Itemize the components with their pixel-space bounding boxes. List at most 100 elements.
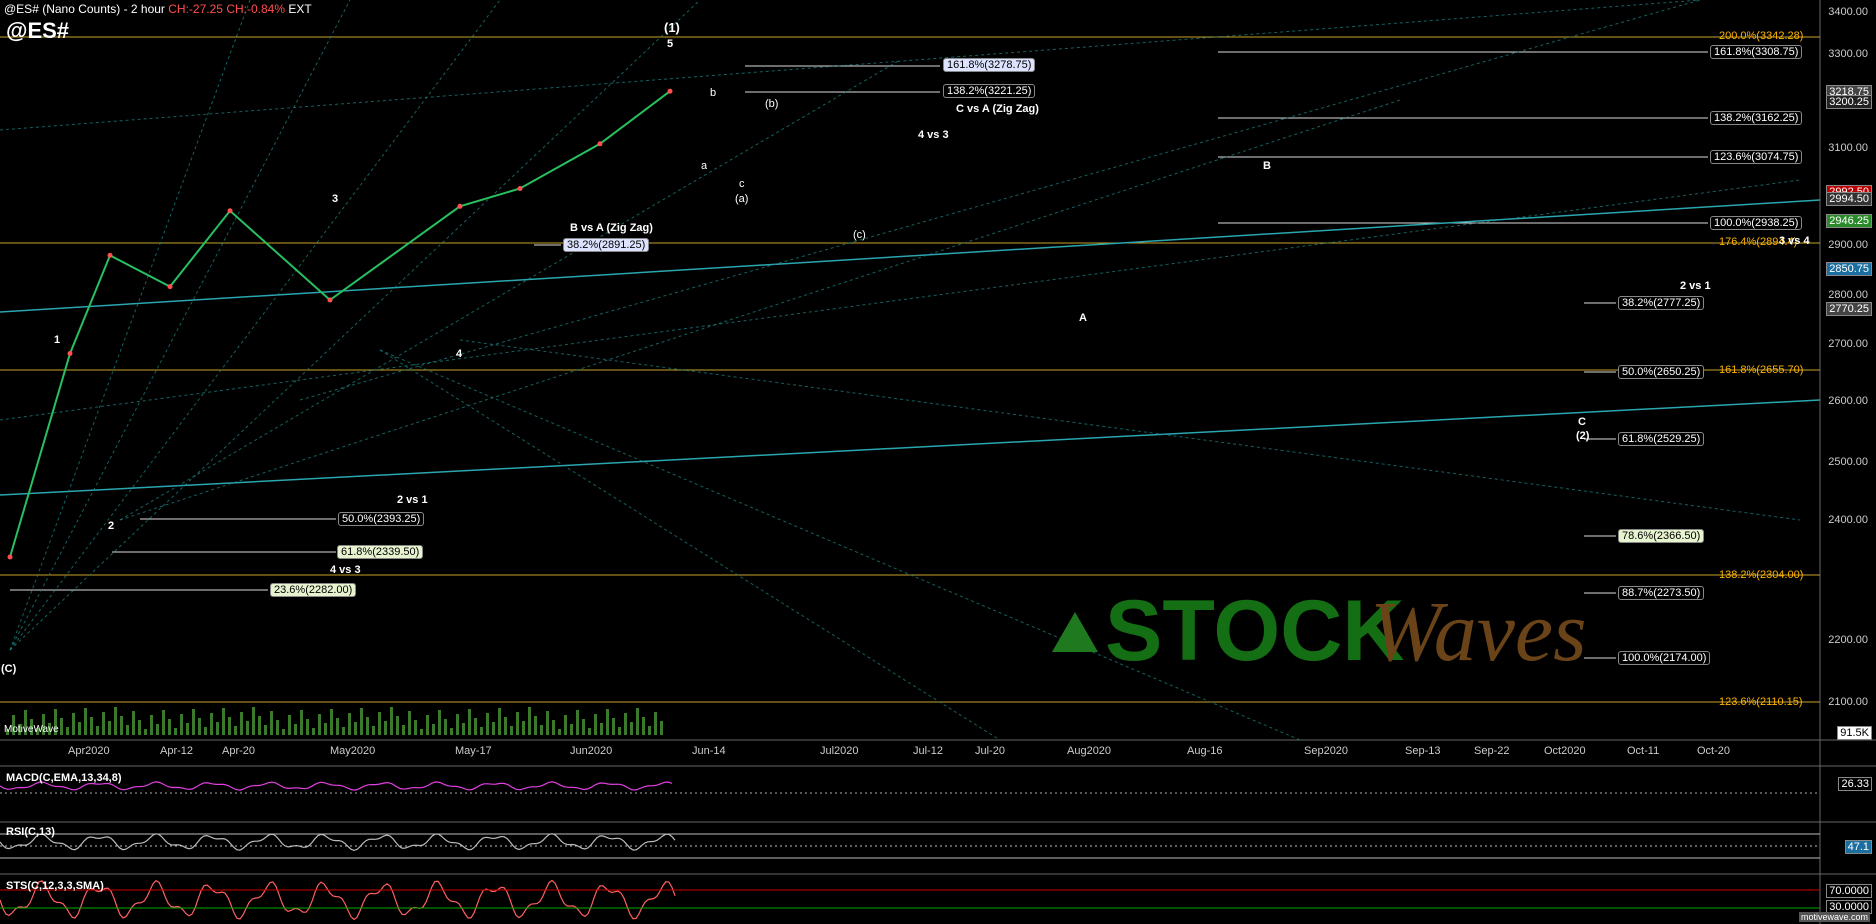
price-point xyxy=(597,141,603,147)
volume-bar xyxy=(318,714,321,735)
change-pct: CH:-0.84% xyxy=(226,2,285,16)
volume-bar xyxy=(330,709,333,735)
volume-bar xyxy=(354,722,357,735)
fan-line xyxy=(379,349,1001,741)
fib-label: 100.0%(2174.00) xyxy=(1618,651,1711,665)
y-tick: 2900.00 xyxy=(1828,239,1868,251)
source-label: MotiveWave xyxy=(4,724,59,735)
volume-bar xyxy=(306,719,309,735)
volume-bar xyxy=(360,708,363,735)
volume-bar xyxy=(648,726,651,735)
fib-label: 61.8%(2529.25) xyxy=(1618,432,1705,446)
price-point xyxy=(167,284,173,290)
volume-bar xyxy=(264,725,267,735)
volume-bar xyxy=(480,727,483,735)
x-tick: Apr-20 xyxy=(222,745,256,757)
x-tick: Oct-11 xyxy=(1627,745,1660,757)
y-tick: 2500.00 xyxy=(1828,456,1868,468)
wave-label: (a) xyxy=(735,193,749,205)
macd-value: 26.33 xyxy=(1838,777,1872,791)
wave-label: (c) xyxy=(853,229,866,241)
sts-value: 70.0000 xyxy=(1826,884,1872,898)
volume-bar xyxy=(372,726,375,735)
volume-bar xyxy=(444,719,447,735)
volume-bar xyxy=(642,717,645,735)
volume-bar xyxy=(594,714,597,735)
y-tick: 3300.00 xyxy=(1828,48,1868,60)
volume-bar xyxy=(600,723,603,735)
volume-bar xyxy=(474,718,477,735)
trend-line xyxy=(0,199,1821,313)
volume-bar xyxy=(282,729,285,735)
volume-bar xyxy=(234,726,237,735)
annotation: 4 vs 3 xyxy=(330,564,361,576)
x-tick: Oct2020 xyxy=(1544,745,1586,757)
annotation: B vs A (Zig Zag) xyxy=(570,222,653,234)
wave-label: 4 xyxy=(456,348,463,360)
volume-bar xyxy=(294,724,297,735)
volume-tag: 91.5K xyxy=(1837,726,1872,740)
wave-label: 3 xyxy=(332,193,339,205)
title-text: @ES# (Nano Counts) - 2 hour xyxy=(4,2,165,16)
price-point xyxy=(107,252,113,258)
fib-label: 123.6%(3074.75) xyxy=(1710,150,1803,164)
fib-label: 100.0%(2938.25) xyxy=(1710,216,1803,230)
x-tick: Sep-22 xyxy=(1474,745,1510,757)
volume-bar xyxy=(342,727,345,735)
x-tick: May2020 xyxy=(330,745,376,757)
rsi-value: 47.1 xyxy=(1844,840,1872,854)
x-tick: Jul-20 xyxy=(975,745,1005,757)
x-tick: Jun2020 xyxy=(570,745,613,757)
volume-bar xyxy=(384,721,387,735)
volume-bar xyxy=(546,711,549,735)
x-tick: Oct-20 xyxy=(1697,745,1731,757)
annotation: C vs A (Zig Zag) xyxy=(956,103,1039,115)
fan-line xyxy=(119,59,901,521)
volume-bar xyxy=(180,714,183,735)
volume-bar xyxy=(558,729,561,735)
fib-label: 161.8%(3308.75) xyxy=(1710,45,1803,59)
wave-label: 5 xyxy=(667,38,674,50)
volume-bar xyxy=(198,718,201,735)
fib-label: 23.6%(2282.00) xyxy=(270,583,357,597)
volume-bar xyxy=(486,713,489,735)
price-point xyxy=(327,297,333,303)
volume-bar xyxy=(426,715,429,735)
y-tick: 2100.00 xyxy=(1828,696,1868,708)
volume-bar xyxy=(270,711,273,735)
volume-bar xyxy=(216,722,219,735)
price-tag: 3200.25 xyxy=(1826,95,1872,109)
volume-bar xyxy=(60,718,63,735)
x-tick: Jul2020 xyxy=(820,745,859,757)
x-tick: Sep-13 xyxy=(1405,745,1441,757)
fan-line xyxy=(0,179,1801,421)
volume-bar xyxy=(522,721,525,735)
volume-bar xyxy=(576,710,579,735)
price-tag: 2946.25 xyxy=(1826,214,1872,228)
y-tick: 3100.00 xyxy=(1828,142,1868,154)
volume-bar xyxy=(120,716,123,735)
volume-bar xyxy=(192,709,195,735)
volume-bar xyxy=(636,708,639,735)
annotation: 3 vs 4 xyxy=(1779,235,1810,247)
sts-label: STS(C,12,3,3,SMA) xyxy=(6,880,104,892)
volume-bar xyxy=(288,715,291,735)
volume-bar xyxy=(516,712,519,735)
volume-bar xyxy=(336,718,339,735)
fan-line xyxy=(0,0,1701,131)
volume-bar xyxy=(66,727,69,735)
volume-bar xyxy=(468,709,471,735)
x-tick: May-17 xyxy=(455,745,492,757)
wave-label: 2 xyxy=(108,520,115,532)
y-tick: 2400.00 xyxy=(1828,514,1868,526)
volume-bar xyxy=(156,724,159,735)
volume-bar xyxy=(654,712,657,735)
wave-label: B xyxy=(1263,160,1271,172)
annotation: 2 vs 1 xyxy=(397,494,428,506)
volume-bar xyxy=(228,717,231,735)
volume-bar xyxy=(276,720,279,735)
ext-label: EXT xyxy=(288,2,312,16)
volume-bar xyxy=(528,707,531,735)
volume-bar xyxy=(660,721,663,735)
volume-bar xyxy=(606,709,609,735)
